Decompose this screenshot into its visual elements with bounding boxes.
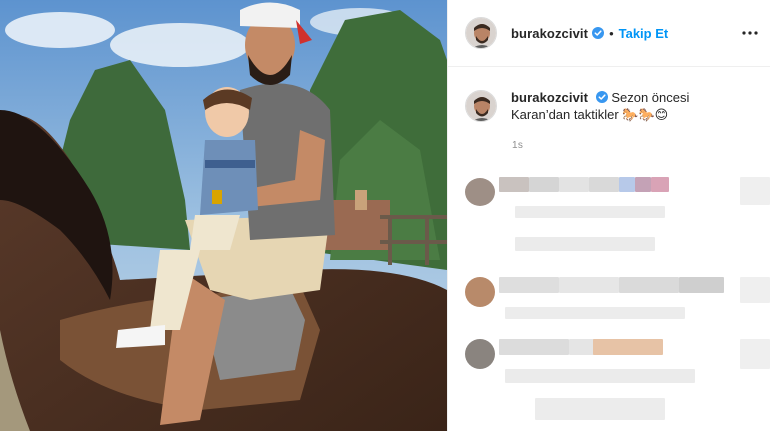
- avatar-image: [466, 91, 496, 121]
- photo-illustration: [0, 0, 447, 431]
- caption-avatar[interactable]: [465, 90, 497, 122]
- blurred-comment: [465, 172, 770, 232]
- caption-body: burakozcivit Sezon öncesi Karan’dan takt…: [511, 89, 751, 123]
- avatar[interactable]: [465, 17, 497, 49]
- verified-badge-icon: [592, 27, 605, 39]
- caption-username[interactable]: burakozcivit: [511, 90, 588, 105]
- blurred-comment: [465, 398, 765, 428]
- verified-badge-icon: [595, 91, 608, 103]
- caption-emojis: 🐎🐎😊: [622, 107, 669, 122]
- more-options-icon[interactable]: [741, 24, 759, 42]
- username[interactable]: burakozcivit: [511, 26, 588, 41]
- blurred-comment: [465, 237, 765, 257]
- post-side-panel: burakozcivit • Takip Et burakozcivit Sez…: [447, 0, 770, 431]
- timestamp: 1s: [512, 140, 524, 151]
- blurred-comment: [465, 265, 770, 325]
- follow-button[interactable]: Takip Et: [619, 26, 669, 41]
- separator-dot: •: [609, 25, 614, 41]
- post-header: burakozcivit • Takip Et: [448, 0, 770, 67]
- caption: burakozcivit Sezon öncesi Karan’dan takt…: [465, 89, 765, 123]
- avatar-image: [466, 18, 496, 48]
- blurred-comment: [465, 335, 770, 395]
- post-photo: [0, 0, 447, 431]
